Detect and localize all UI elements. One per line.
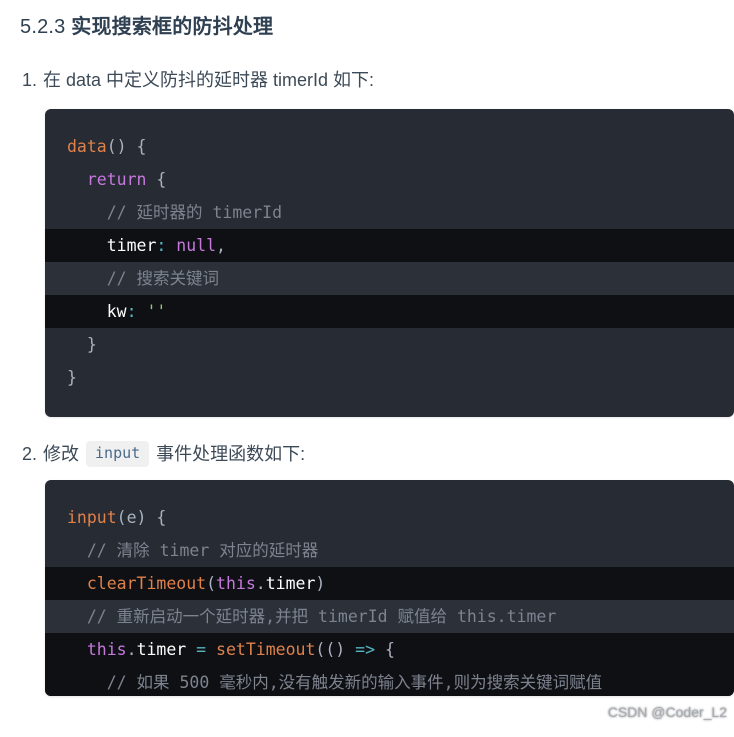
- step-2-paragraph: 2. 修改 input 事件处理函数如下:: [0, 441, 734, 467]
- code-line-highlighted: // 重新启动一个延时器,并把 timerId 赋值给 this.timer: [45, 600, 734, 633]
- page-title-text: 实现搜索框的防抖处理: [71, 16, 274, 38]
- step-2-marker: 2.: [22, 444, 38, 464]
- code-line: data() {: [67, 137, 147, 156]
- code-line: }: [67, 368, 77, 387]
- csdn-watermark: CSDN @Coder_L2: [607, 704, 727, 720]
- code-block-input-handler: input(e) { // 清除 timer 对应的延时器 clearTimeo…: [45, 480, 734, 696]
- code-line-highlighted: kw: '': [45, 295, 734, 328]
- code-line: // 延时器的 timerId: [67, 203, 283, 222]
- code-line-highlighted: // 如果 500 毫秒内,没有触发新的输入事件,则为搜索关键词赋值: [45, 666, 734, 696]
- inline-code-input: input: [86, 441, 150, 467]
- code-line-highlighted: this.timer = setTimeout(() => {: [45, 633, 734, 666]
- code-line: input(e) {: [67, 508, 167, 527]
- step-1-paragraph: 1. 在 data 中定义防抖的延时器 timerId 如下:: [0, 67, 734, 93]
- code-line-highlighted: timer: null,: [45, 229, 734, 262]
- code-block-data-definition: data() { return { // 延时器的 timerId timer:…: [45, 109, 734, 417]
- code-line-highlighted: // 搜索关键词: [45, 262, 734, 295]
- step-1-text: 在 data 中定义防抖的延时器 timerId 如下:: [43, 70, 375, 90]
- page-title-number: 5.2.3: [20, 16, 66, 38]
- step-1-marker: 1.: [22, 70, 38, 90]
- step-2-text-after: 事件处理函数如下:: [156, 444, 306, 464]
- step-2-text-before: 修改: [43, 444, 80, 464]
- code-line-highlighted: clearTimeout(this.timer): [45, 567, 734, 600]
- code-line: // 清除 timer 对应的延时器: [67, 541, 319, 560]
- page-title: 5.2.3 实现搜索框的防抖处理: [0, 0, 734, 41]
- code-line: return {: [86, 170, 167, 189]
- code-line: }: [67, 335, 97, 354]
